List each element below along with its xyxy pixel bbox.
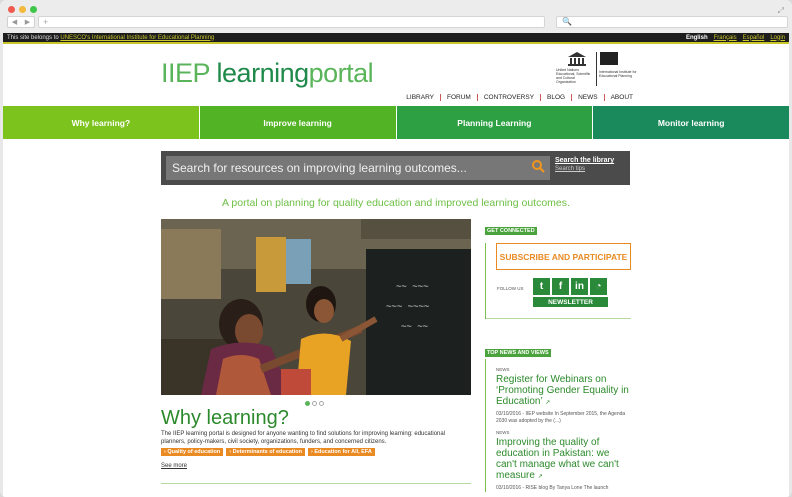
login-link[interactable]: Login: [770, 35, 785, 41]
news-item: NEWS Improving the quality of education …: [496, 430, 631, 492]
search-icon[interactable]: [531, 159, 545, 173]
news-title-link[interactable]: Register for Webinars on ‘Promoting Gend…: [496, 374, 631, 409]
content-divider: [161, 483, 471, 484]
menu-news[interactable]: NEWS: [572, 94, 605, 101]
forward-arrow-icon[interactable]: ▶: [25, 18, 30, 26]
unesco-logo[interactable]: United Nations Educational, Scientific a…: [556, 52, 640, 86]
logo-portal: portal: [308, 58, 374, 88]
feature-description: The IIEP learning portal is designed for…: [161, 431, 446, 445]
language-switcher: English Français Español Login: [686, 35, 785, 41]
lang-francais[interactable]: Français: [714, 35, 737, 41]
rss-icon[interactable]: ◔: [590, 278, 607, 295]
search-input[interactable]: Search for resources on improving learni…: [166, 156, 550, 180]
menu-blog[interactable]: BLOG: [541, 94, 573, 101]
news-heading: TOP NEWS AND VIEWS: [485, 349, 551, 357]
news-list: NEWS Register for Webinars on ‘Promoting…: [485, 359, 631, 492]
lang-espanol[interactable]: Español: [743, 35, 765, 41]
menu-forum[interactable]: FORUM: [441, 94, 478, 101]
web-page: This site belongs to UNESCO's Internatio…: [3, 33, 789, 497]
news-title-link[interactable]: Improving the quality of education in Pa…: [496, 437, 631, 483]
tag-determinants-of-education[interactable]: › Determinants of education: [226, 448, 305, 456]
site-logo[interactable]: IIEP learningportal: [161, 58, 374, 89]
tag-quality-of-education[interactable]: › Quality of education: [161, 448, 224, 456]
logo-learning: learning: [216, 58, 310, 88]
news-section: TOP NEWS AND VIEWS NEWS Register for Web…: [485, 341, 631, 497]
lang-english[interactable]: English: [686, 35, 708, 41]
social-links: t f in ◔: [533, 278, 607, 295]
connected-heading: GET CONNECTED: [485, 227, 537, 235]
subscribe-button[interactable]: SUBSCRIBE AND PARTICIPATE: [496, 243, 631, 270]
feature-tags: › Quality of education › Determinants of…: [161, 448, 375, 456]
svg-text:~~ ~~~: ~~ ~~~: [396, 282, 429, 292]
news-item: NEWS Register for Webinars on ‘Promoting…: [496, 367, 631, 424]
linkedin-icon[interactable]: in: [571, 278, 588, 295]
menu-about[interactable]: ABOUT: [605, 94, 633, 101]
search-library-link[interactable]: Search the library: [555, 157, 614, 164]
nav-improve-learning[interactable]: Improve learning: [199, 106, 397, 139]
nav-monitor-learning[interactable]: Monitor learning: [593, 106, 789, 139]
classroom-photo: ~~ ~~~ ~~~ ~~~~ ~~ ~~: [161, 219, 471, 395]
logo-iiep: IIEP: [161, 58, 217, 88]
menu-library[interactable]: LIBRARY: [400, 94, 441, 101]
tag-education-for-all[interactable]: › Education for All, EFA: [307, 448, 375, 456]
history-buttons: ◀ ▶: [7, 16, 35, 28]
back-arrow-icon[interactable]: ◀: [12, 18, 17, 26]
search-panel: Search for resources on improving learni…: [161, 151, 630, 185]
site-header: IIEP learningportal United Nations Educa…: [3, 44, 789, 106]
news-kicker: NEWS: [496, 430, 510, 435]
carousel-dot-1[interactable]: [305, 401, 310, 406]
maximize-window-button[interactable]: [30, 6, 37, 13]
address-bar[interactable]: 🔍: [556, 16, 788, 28]
carousel-dot-2[interactable]: [312, 401, 317, 406]
feature-title[interactable]: Why learning?: [161, 407, 289, 430]
top-notice-bar: This site belongs to UNESCO's Internatio…: [3, 33, 789, 44]
notice-text: This site belongs to: [7, 34, 61, 41]
minimize-window-button[interactable]: [19, 6, 26, 13]
main-navigation: Why learning? Improve learning Planning …: [3, 106, 789, 139]
search-tips-link[interactable]: Search tips: [555, 166, 585, 172]
close-window-button[interactable]: [8, 6, 15, 13]
svg-text:~~~ ~~~~: ~~~ ~~~~: [386, 302, 430, 312]
svg-text:~~ ~~: ~~ ~~: [401, 322, 429, 332]
sidebar-connect: GET CONNECTED SUBSCRIBE AND PARTICIPATE …: [485, 219, 631, 319]
search-icon: 🔍: [562, 17, 572, 26]
external-link-icon: ↗: [537, 474, 543, 480]
news-meta: 03/10/2016 - IIEP website In September 2…: [496, 411, 626, 424]
browser-chrome: ◀ ▶ + 🔍 ⤢: [0, 0, 792, 33]
fullscreen-icon[interactable]: ⤢: [778, 6, 784, 16]
site-tagline: A portal on planning for quality educati…: [222, 197, 570, 209]
iiep-link[interactable]: UNESCO's International Institute for Edu…: [60, 35, 214, 41]
unesco-temple-icon: [568, 52, 586, 66]
follow-label: FOLLOW US: [497, 286, 524, 291]
utility-menu: LIBRARY FORUM CONTROVERSY BLOG NEWS ABOU…: [400, 94, 633, 101]
follow-us: FOLLOW US t f in ◔ NEWSLETTER: [486, 274, 631, 308]
see-more-link[interactable]: See more: [161, 463, 187, 469]
twitter-icon[interactable]: t: [533, 278, 550, 295]
carousel-dots: [305, 401, 324, 406]
browser-window: ◀ ▶ + 🔍 ⤢ This site belongs to UNESCO's …: [0, 0, 792, 497]
iiep-mark-icon: [600, 52, 618, 65]
site-notice: This site belongs to UNESCO's Internatio…: [7, 35, 214, 41]
menu-controversy[interactable]: CONTROVERSY: [478, 94, 542, 101]
facebook-icon[interactable]: f: [552, 278, 569, 295]
external-link-icon: ↗: [545, 400, 551, 406]
nav-why-learning[interactable]: Why learning?: [3, 106, 200, 139]
news-meta: 03/10/2016 - RISE blog By Tanya Lone The…: [496, 485, 609, 491]
carousel-dot-3[interactable]: [319, 401, 324, 406]
news-kicker: NEWS: [496, 367, 510, 372]
iiep-name: International Institute for Educational …: [599, 70, 637, 78]
nav-planning-learning[interactable]: Planning Learning: [396, 106, 594, 139]
new-tab-button[interactable]: +: [38, 16, 545, 28]
unesco-name: United Nations Educational, Scientific a…: [556, 68, 591, 84]
newsletter-button[interactable]: NEWSLETTER: [533, 297, 608, 307]
hero-image[interactable]: ~~ ~~~ ~~~ ~~~~ ~~ ~~: [161, 219, 471, 395]
